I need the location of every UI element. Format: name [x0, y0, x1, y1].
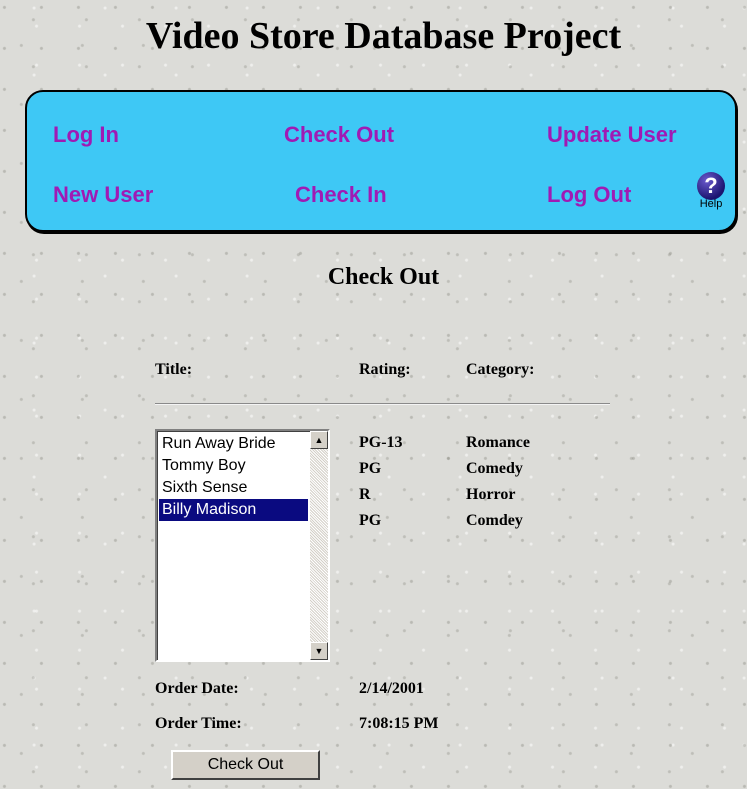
order-time-label: Order Time: [155, 715, 242, 732]
order-date-label: Order Date: [155, 680, 239, 697]
nav-log-out-link[interactable]: Log Out [547, 182, 631, 208]
nav-new-user-link[interactable]: New User [53, 182, 153, 208]
category-column-header: Category: [466, 361, 535, 378]
nav-log-in-link[interactable]: Log In [53, 122, 119, 148]
page-title: Video Store Database Project [145, 15, 622, 57]
section-heading: Check Out [327, 264, 440, 290]
nav-panel: Log In Check Out Update User New User Ch… [25, 90, 737, 232]
order-date-value: 2/14/2001 [359, 680, 424, 697]
nav-update-user-link[interactable]: Update User [547, 122, 677, 148]
title-column-header: Title: [155, 361, 193, 378]
check-out-button[interactable]: Check Out [171, 750, 320, 780]
scroll-down-icon[interactable]: ▼ [310, 642, 328, 660]
rating-cell: R [359, 486, 371, 503]
header-divider [155, 403, 610, 405]
listbox-scrollbar[interactable]: ▲ ▼ [310, 431, 328, 660]
help-button[interactable]: ? Help [695, 172, 727, 210]
category-cell: Comdey [466, 512, 523, 529]
scroll-up-icon[interactable]: ▲ [310, 431, 328, 449]
help-icon: ? [697, 172, 725, 200]
category-cell: Horror [466, 486, 516, 503]
listbox-item[interactable]: Sixth Sense [159, 477, 308, 499]
nav-check-in-link[interactable]: Check In [295, 182, 387, 208]
listbox-item[interactable]: Tommy Boy [159, 455, 308, 477]
rating-cell: PG [359, 460, 382, 477]
movie-title-listbox[interactable]: Run Away Bride Tommy Boy Sixth Sense Bil… [155, 429, 330, 662]
order-time-value: 7:08:15 PM [359, 715, 439, 732]
category-cell: Comedy [466, 460, 523, 477]
rating-cell: PG-13 [359, 434, 403, 451]
rating-cell: PG [359, 512, 382, 529]
category-cell: Romance [466, 434, 530, 451]
listbox-item[interactable]: Run Away Bride [159, 433, 308, 455]
listbox-item-selected[interactable]: Billy Madison [159, 499, 308, 521]
help-label: Help [699, 198, 723, 210]
rating-column-header: Rating: [359, 361, 411, 378]
nav-check-out-link[interactable]: Check Out [284, 122, 394, 148]
